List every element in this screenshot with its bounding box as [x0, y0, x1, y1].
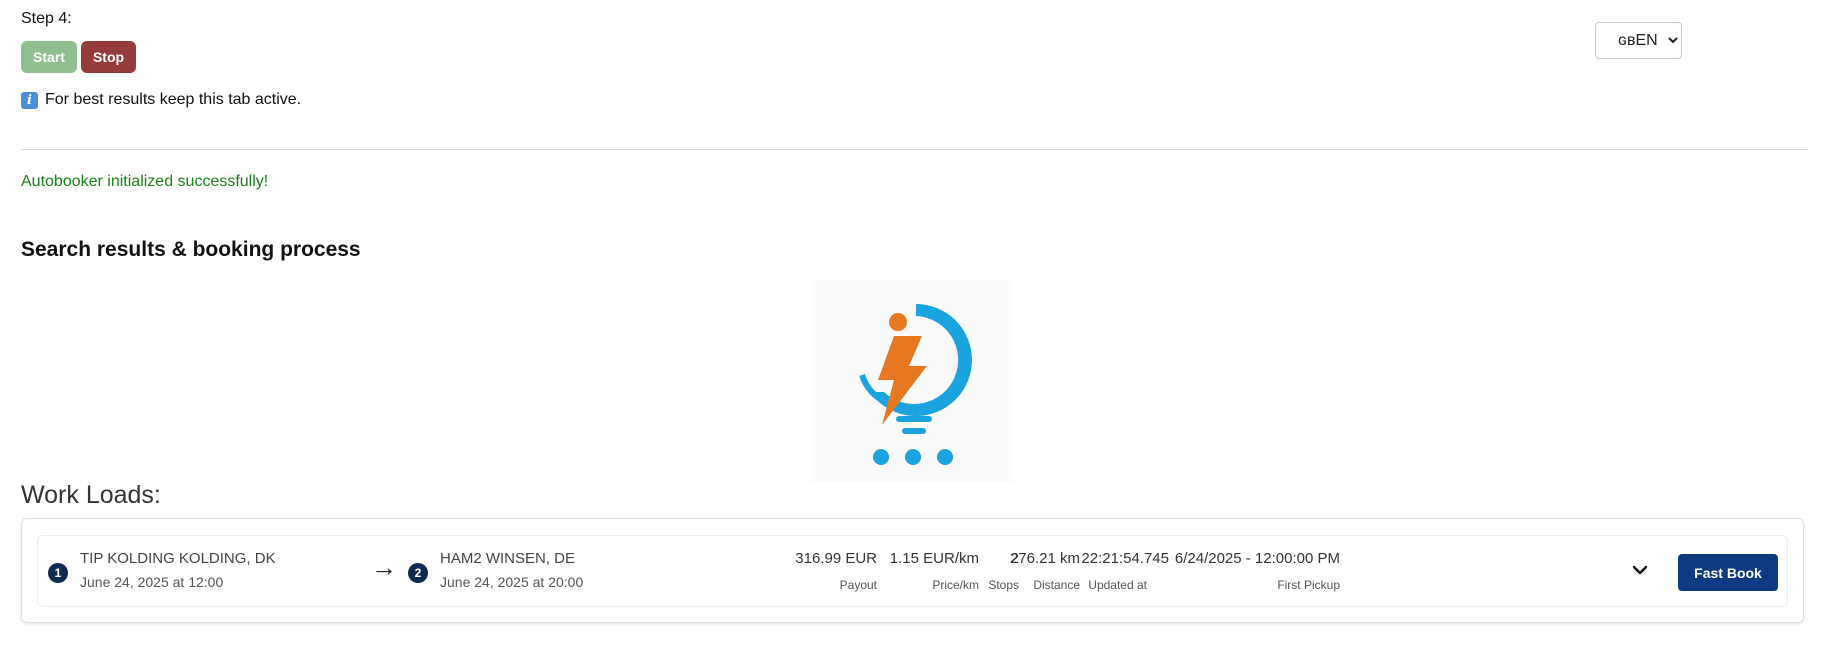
loading-dot	[905, 449, 921, 465]
fast-book-button[interactable]: Fast Book	[1678, 554, 1778, 591]
first-pickup-value: 6/24/2025 - 12:00:00 PM	[1174, 550, 1340, 567]
work-loads-title: Work Loads:	[21, 481, 161, 509]
status-message: Autobooker initialized successfully!	[21, 173, 269, 190]
updated-label: Updated at	[1088, 578, 1147, 592]
payout-value: 316.99 EUR	[795, 550, 877, 567]
destination-badge: 2	[408, 563, 428, 583]
section-title: Search results & booking process	[21, 238, 361, 261]
bulb-base-line	[896, 416, 932, 422]
expand-chevron-icon[interactable]	[1628, 558, 1652, 582]
work-loads-panel: 1 TIP KOLDING KOLDING, DK June 24, 2025 …	[21, 518, 1804, 623]
load-card[interactable]: 1 TIP KOLDING KOLDING, DK June 24, 2025 …	[37, 535, 1788, 607]
step-label: Step 4:	[21, 10, 72, 27]
language-select[interactable]: ɢʙEN	[1595, 22, 1682, 59]
first-pickup-label: First Pickup	[1277, 578, 1340, 592]
info-icon: i	[21, 91, 38, 109]
lightning-bulb-loader-icon	[859, 304, 972, 465]
payout-label: Payout	[839, 578, 877, 592]
route-arrow: →	[371, 552, 397, 582]
updated-value: 22:21:54.745	[1081, 550, 1169, 567]
distance-value: 276.21 km	[1009, 550, 1080, 567]
price-km-label: Price/km	[932, 578, 979, 592]
stops-label: Stops	[988, 578, 1019, 592]
destination-name: HAM2 WINSEN, DE	[440, 550, 576, 567]
destination-date: June 24, 2025 at 20:00	[440, 574, 584, 590]
start-button[interactable]: Start	[21, 41, 77, 73]
bulb-base-line	[902, 428, 926, 434]
origin-name: TIP KOLDING KOLDING, DK	[80, 550, 276, 567]
tip-text: For best results keep this tab active.	[45, 91, 302, 108]
loading-dot	[873, 449, 889, 465]
origin-badge: 1	[48, 563, 68, 583]
i-dot	[889, 313, 907, 331]
divider	[21, 149, 1808, 150]
tab-active-tip: i For best results keep this tab active.	[21, 91, 301, 109]
stop-button[interactable]: Stop	[81, 41, 136, 73]
price-km-value: 1.15 EUR/km	[889, 550, 979, 567]
chevron-down-icon	[1632, 565, 1648, 575]
origin-date: June 24, 2025 at 12:00	[80, 574, 224, 590]
distance-label: Distance	[1033, 578, 1080, 592]
loading-dot	[937, 449, 953, 465]
loading-logo	[812, 280, 1012, 482]
